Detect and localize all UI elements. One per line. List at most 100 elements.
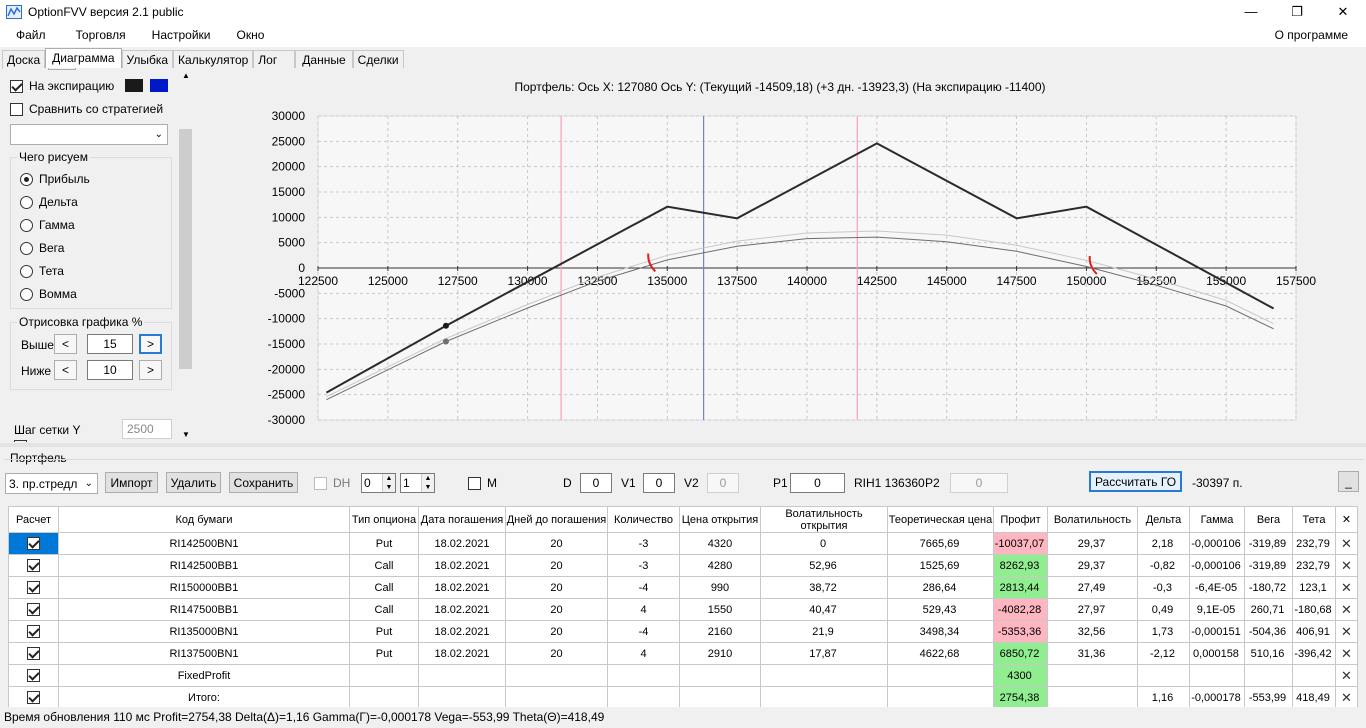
cell-type[interactable]: Put	[349, 532, 419, 555]
cell-date[interactable]: 18.02.2021	[418, 554, 506, 577]
cell-code[interactable]: FixedProfit	[58, 664, 350, 687]
col-theta[interactable]: Тета	[1292, 506, 1336, 533]
spin-arrows-icon[interactable]: ▲ ▼	[421, 474, 434, 492]
cell-vega[interactable]: -504,36	[1244, 620, 1293, 643]
settings-scrollbar[interactable]: ▲ ▼	[177, 69, 194, 441]
table-row[interactable]: RI142500BB1 Call 18.02.2021 20 -3 4280 52,96 15…	[8, 554, 1358, 577]
payoff-chart[interactable]: 30000 25000 20000 15000 10000 5000 0 -5000 -1000…	[194, 68, 1366, 442]
close-icon[interactable]: ✕	[1340, 581, 1354, 595]
cell-theta[interactable]: 406,91	[1292, 620, 1336, 643]
cell-date[interactable]: 18.02.2021	[418, 598, 506, 621]
cell-profit[interactable]: 2754,38	[993, 686, 1048, 709]
cell-theor[interactable]: 4622,68	[887, 642, 994, 665]
radio-theta[interactable]	[20, 264, 33, 278]
col-code[interactable]: Код бумаги	[58, 506, 350, 533]
close-icon[interactable]: ✕	[1340, 625, 1354, 639]
table-row[interactable]: RI142500BN1 Put 18.02.2021 20 -3 4320 0 7665,69…	[8, 532, 1358, 555]
cell-vol[interactable]: 32,56	[1047, 620, 1138, 643]
color-swatch-black[interactable]	[125, 79, 143, 92]
menu-settings[interactable]: Настройки	[144, 28, 219, 42]
tab-log[interactable]: Лог	[253, 50, 296, 69]
remove-row-cell[interactable]: ✕	[1335, 598, 1358, 621]
row-calc-cell[interactable]	[8, 620, 59, 643]
remove-row-cell[interactable]: ✕	[1335, 620, 1358, 643]
cell-days[interactable]: 20	[505, 598, 608, 621]
cell-qty[interactable]	[607, 686, 680, 709]
d-input[interactable]: 0	[580, 473, 612, 493]
menu-file[interactable]: Файл	[8, 28, 54, 42]
cell-code[interactable]: RI147500BB1	[58, 598, 350, 621]
cell-date[interactable]: 18.02.2021	[418, 642, 506, 665]
cell-gamma[interactable]: -0,000151	[1189, 620, 1245, 643]
cell-theor[interactable]	[887, 664, 994, 687]
col-vol[interactable]: Волатильность	[1047, 506, 1138, 533]
calc-checkbox[interactable]	[27, 537, 40, 550]
splitter[interactable]	[0, 443, 1366, 447]
cell-theor[interactable]: 529,43	[887, 598, 994, 621]
cell-days[interactable]: 20	[505, 642, 608, 665]
cell-price[interactable]: 2160	[679, 620, 761, 643]
calc-checkbox[interactable]	[27, 691, 40, 704]
cell-type[interactable]: Call	[349, 554, 419, 577]
close-icon[interactable]: ✕	[1340, 669, 1354, 683]
cell-vol-open[interactable]: 52,96	[760, 554, 888, 577]
save-button[interactable]: Сохранить	[229, 472, 298, 493]
cell-vega[interactable]: -553,99	[1244, 686, 1293, 709]
cell-gamma[interactable]: -0,000178	[1189, 686, 1245, 709]
close-icon[interactable]: ✕	[1340, 691, 1354, 705]
cell-vol[interactable]	[1047, 664, 1138, 687]
cell-delta[interactable]: -0,3	[1137, 576, 1190, 599]
tab-board[interactable]: Доска	[2, 50, 46, 69]
cell-theta[interactable]: -396,42	[1292, 642, 1336, 665]
scroll-down-icon[interactable]: ▼	[182, 430, 190, 439]
cell-type[interactable]: Call	[349, 576, 419, 599]
scroll-thumb[interactable]	[179, 129, 192, 369]
cell-vol-open[interactable]: 17,87	[760, 642, 888, 665]
cell-type[interactable]	[349, 664, 419, 687]
cell-theta[interactable]	[1292, 664, 1336, 687]
cell-vol-open[interactable]: 40,47	[760, 598, 888, 621]
cell-gamma[interactable]: 0,000158	[1189, 642, 1245, 665]
cell-delta[interactable]: -0,82	[1137, 554, 1190, 577]
cell-days[interactable]: 20	[505, 554, 608, 577]
cell-theta[interactable]: 232,79	[1292, 532, 1336, 555]
table-row[interactable]: RI135000BN1 Put 18.02.2021 20 -4 2160 21,9 3498…	[8, 620, 1358, 643]
menu-trading[interactable]: Торговля	[68, 28, 134, 42]
cell-profit[interactable]: -5353,36	[993, 620, 1048, 643]
row-calc-cell[interactable]	[8, 664, 59, 687]
cell-vol[interactable]: 29,37	[1047, 532, 1138, 555]
expiry-checkbox[interactable]	[10, 79, 23, 93]
cell-delta[interactable]	[1137, 664, 1190, 687]
calc-go-button[interactable]: Рассчитать ГО	[1089, 471, 1182, 492]
p2-input[interactable]: 0	[950, 473, 1008, 493]
cell-qty[interactable]: -4	[607, 620, 680, 643]
cell-vol-open[interactable]	[760, 686, 888, 709]
cell-days[interactable]: 20	[505, 620, 608, 643]
cell-code[interactable]: RI135000BN1	[58, 620, 350, 643]
cell-theta[interactable]: 418,49	[1292, 686, 1336, 709]
tab-diagram[interactable]: Диаграмма	[45, 48, 122, 69]
cell-date[interactable]	[418, 686, 506, 709]
remove-row-cell[interactable]: ✕	[1335, 576, 1358, 599]
cell-delta[interactable]: 1,16	[1137, 686, 1190, 709]
calc-checkbox[interactable]	[27, 559, 40, 572]
cell-days[interactable]	[505, 664, 608, 687]
dh-checkbox[interactable]	[314, 476, 327, 490]
calc-checkbox[interactable]	[27, 603, 40, 616]
row-calc-cell[interactable]	[8, 598, 59, 621]
tab-calculator[interactable]: Калькулятор	[173, 50, 254, 69]
close-icon[interactable]: ✕	[1340, 537, 1354, 551]
cell-vol[interactable]	[1047, 686, 1138, 709]
cell-vol[interactable]: 29,37	[1047, 554, 1138, 577]
import-button[interactable]: Импорт	[105, 472, 158, 493]
radio-vega[interactable]	[20, 241, 33, 255]
cell-qty[interactable]	[607, 664, 680, 687]
cell-theor[interactable]: 7665,69	[887, 532, 994, 555]
spin-1[interactable]: 0 ▲ ▼	[361, 473, 396, 493]
cell-theta[interactable]: 232,79	[1292, 554, 1336, 577]
cell-theor[interactable]	[887, 686, 994, 709]
cell-profit[interactable]: -10037,07	[993, 532, 1048, 555]
col-profit[interactable]: Профит	[993, 506, 1048, 533]
menu-window[interactable]: Окно	[229, 28, 273, 42]
cell-type[interactable]: Call	[349, 598, 419, 621]
